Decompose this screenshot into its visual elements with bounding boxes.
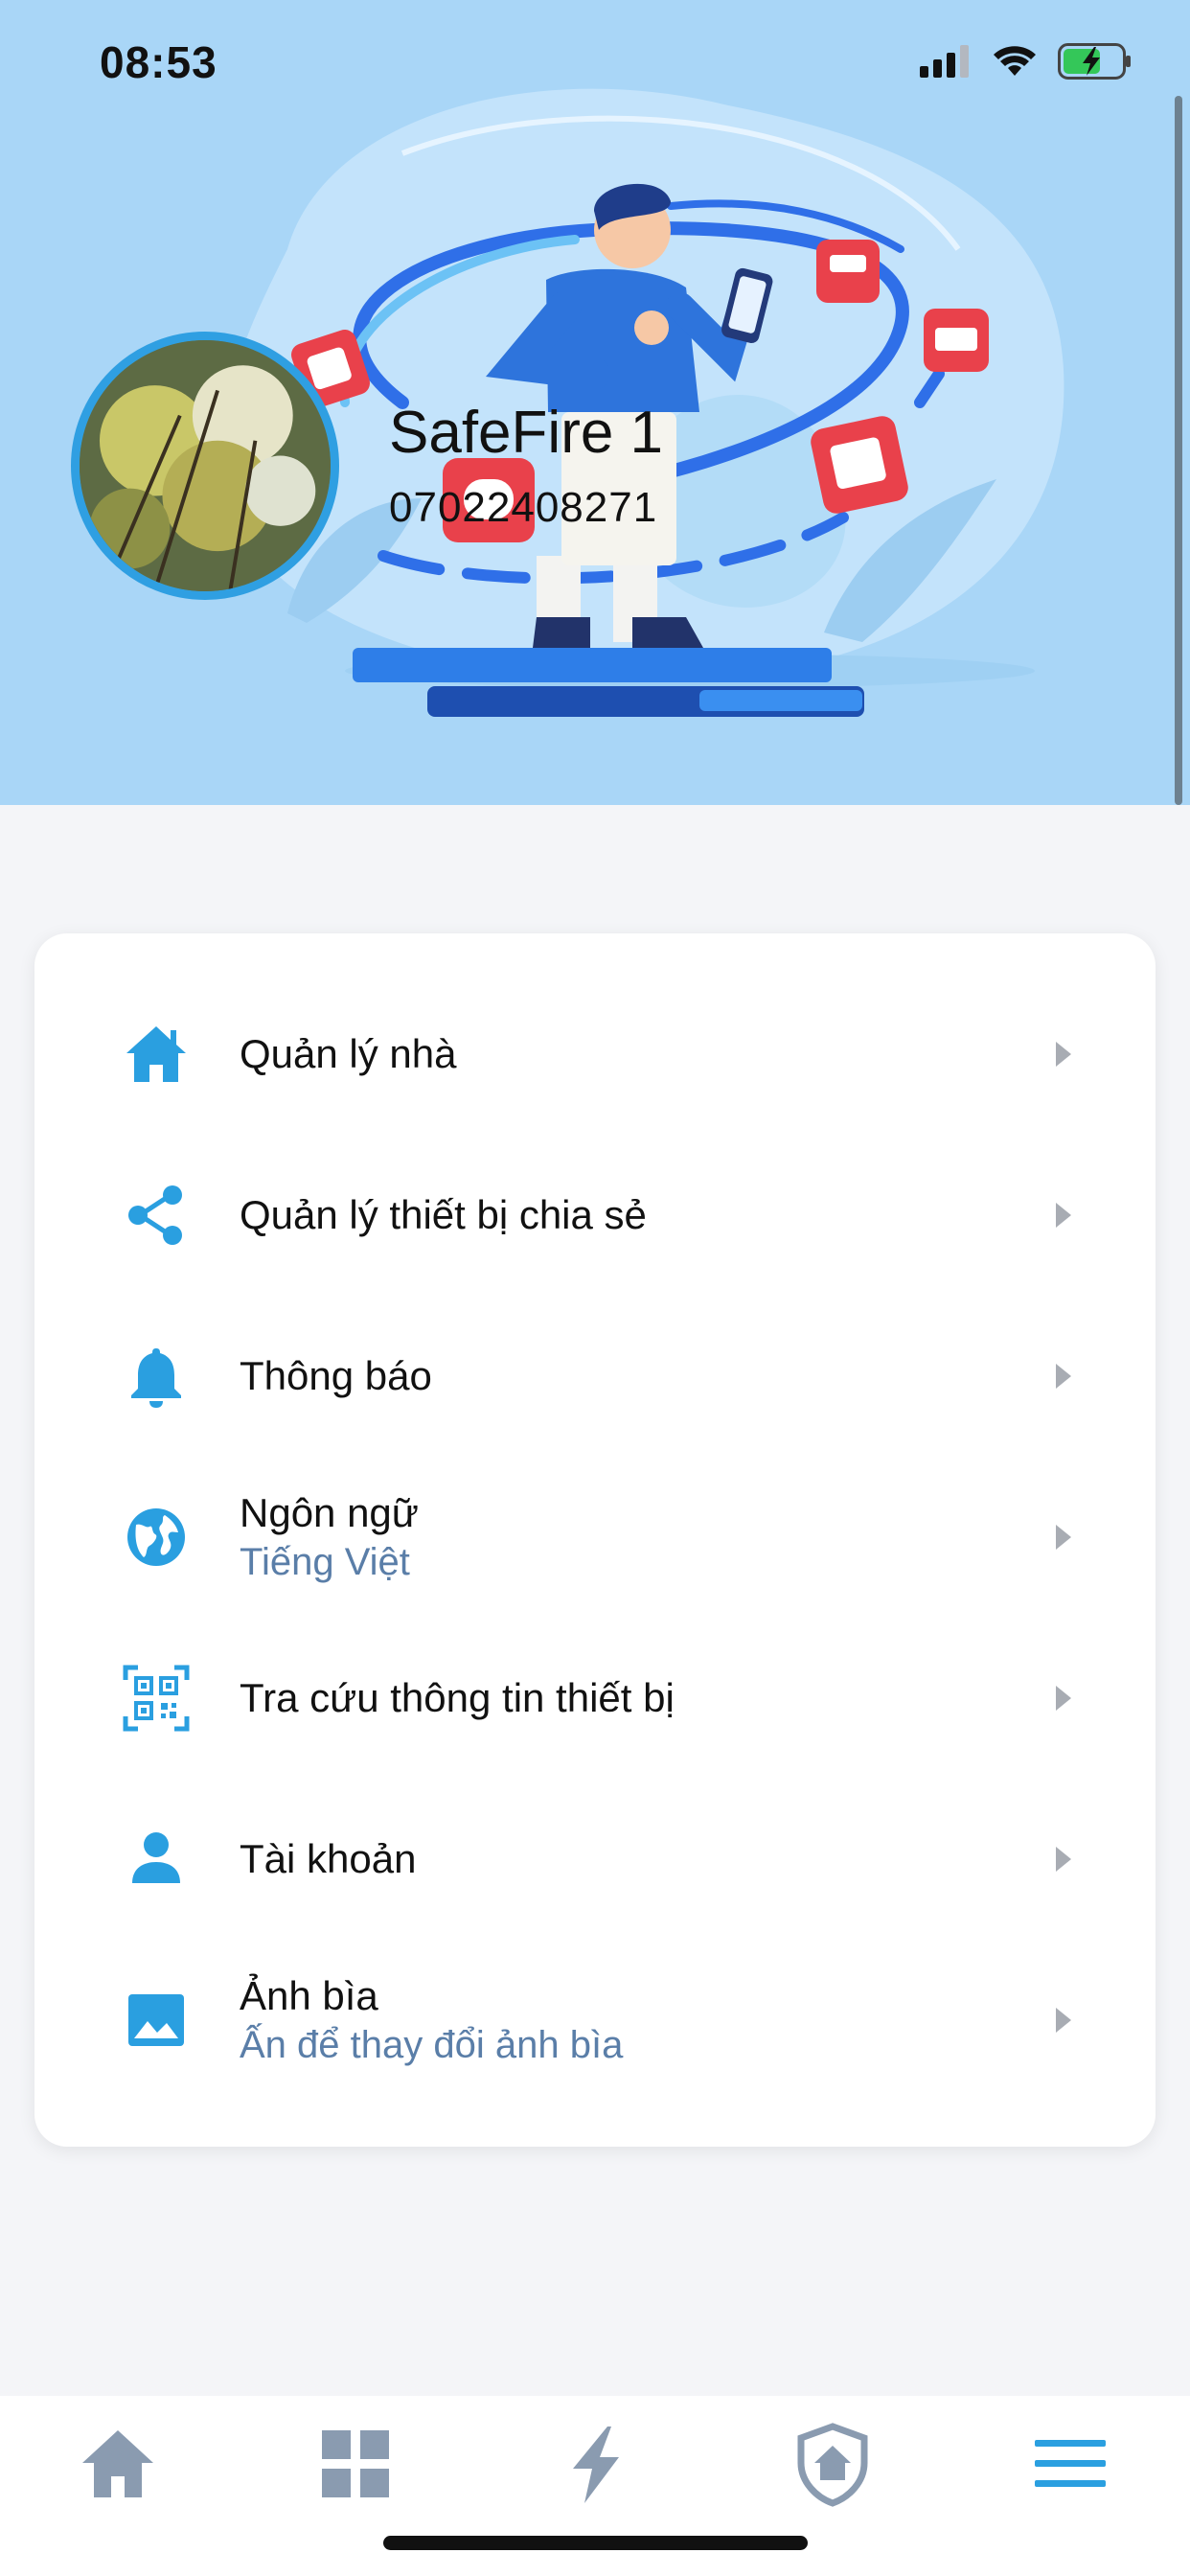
nav-menu[interactable] [1027, 2421, 1113, 2507]
menu-item-cover-photo[interactable]: Ảnh bìa Ấn để thay đổi ảnh bìa [34, 1940, 1156, 2101]
menu-label: Thông báo [240, 1353, 432, 1398]
menu-label: Quản lý nhà [240, 1031, 457, 1076]
home-indicator [383, 2536, 808, 2550]
menu-label: Ngôn ngữ [240, 1490, 419, 1535]
status-icons [920, 42, 1133, 84]
menu-sublabel: Ấn để thay đổi ảnh bìa [240, 2024, 624, 2066]
scroll-indicator [1175, 96, 1182, 805]
chevron-right-icon [1054, 1040, 1073, 1069]
cover-banner[interactable]: 08:53 SafeFire 1 07022408271 [0, 0, 1190, 805]
lightning-icon [573, 2426, 619, 2503]
chevron-right-icon [1054, 1201, 1073, 1230]
menu-item-device-lookup[interactable]: Tra cứu thông tin thiết bị [34, 1618, 1156, 1779]
avatar[interactable] [71, 332, 339, 600]
nav-home[interactable] [75, 2421, 161, 2507]
chevron-right-icon [1054, 1845, 1073, 1874]
profile-name: SafeFire 1 [389, 400, 664, 466]
chevron-right-icon [1054, 1362, 1073, 1391]
menu-label: Ảnh bìa [240, 1973, 378, 2018]
wifi-icon [993, 45, 1037, 82]
chevron-right-icon [1054, 1684, 1073, 1713]
person-icon [123, 1826, 190, 1893]
menu-label: Tài khoản [240, 1836, 417, 1881]
status-bar: 08:53 [0, 0, 1190, 125]
nav-devices[interactable] [312, 2421, 399, 2507]
menu-item-language[interactable]: Ngôn ngữ Tiếng Việt [34, 1457, 1156, 1618]
menu-label: Tra cứu thông tin thiết bị [240, 1675, 675, 1720]
settings-menu: Quản lý nhà Quản lý thiết bị chia sẻ Thô… [34, 933, 1156, 2147]
chevron-right-icon [1054, 2006, 1073, 2035]
menu-sublabel: Tiếng Việt [240, 1541, 410, 1583]
grid-icon [322, 2430, 389, 2497]
shield-home-icon [797, 2423, 868, 2507]
account-screen: 08:53 SafeFire 1 07022408271 Quản lý nhà… [0, 0, 1190, 2576]
home-icon [123, 1021, 190, 1088]
nav-automation[interactable] [552, 2421, 638, 2507]
bell-icon [123, 1343, 190, 1410]
profile-phone: 07022408271 [389, 484, 658, 531]
chevron-right-icon [1054, 1523, 1073, 1552]
signal-icon [920, 44, 972, 82]
menu-item-shared-devices[interactable]: Quản lý thiết bị chia sẻ [34, 1135, 1156, 1296]
menu-item-notifications[interactable]: Thông báo [34, 1296, 1156, 1457]
menu-icon [1035, 2440, 1106, 2487]
qr-code-icon [123, 1665, 190, 1732]
home-icon [82, 2430, 153, 2497]
globe-icon [123, 1504, 190, 1571]
menu-label: Quản lý thiết bị chia sẻ [240, 1192, 647, 1237]
share-icon [123, 1182, 190, 1249]
menu-item-account[interactable]: Tài khoản [34, 1779, 1156, 1940]
battery-charging-icon [1058, 42, 1133, 84]
nav-security[interactable] [790, 2421, 876, 2507]
image-icon [123, 1987, 190, 2054]
menu-item-home-management[interactable]: Quản lý nhà [34, 974, 1156, 1135]
status-time: 08:53 [100, 37, 217, 87]
